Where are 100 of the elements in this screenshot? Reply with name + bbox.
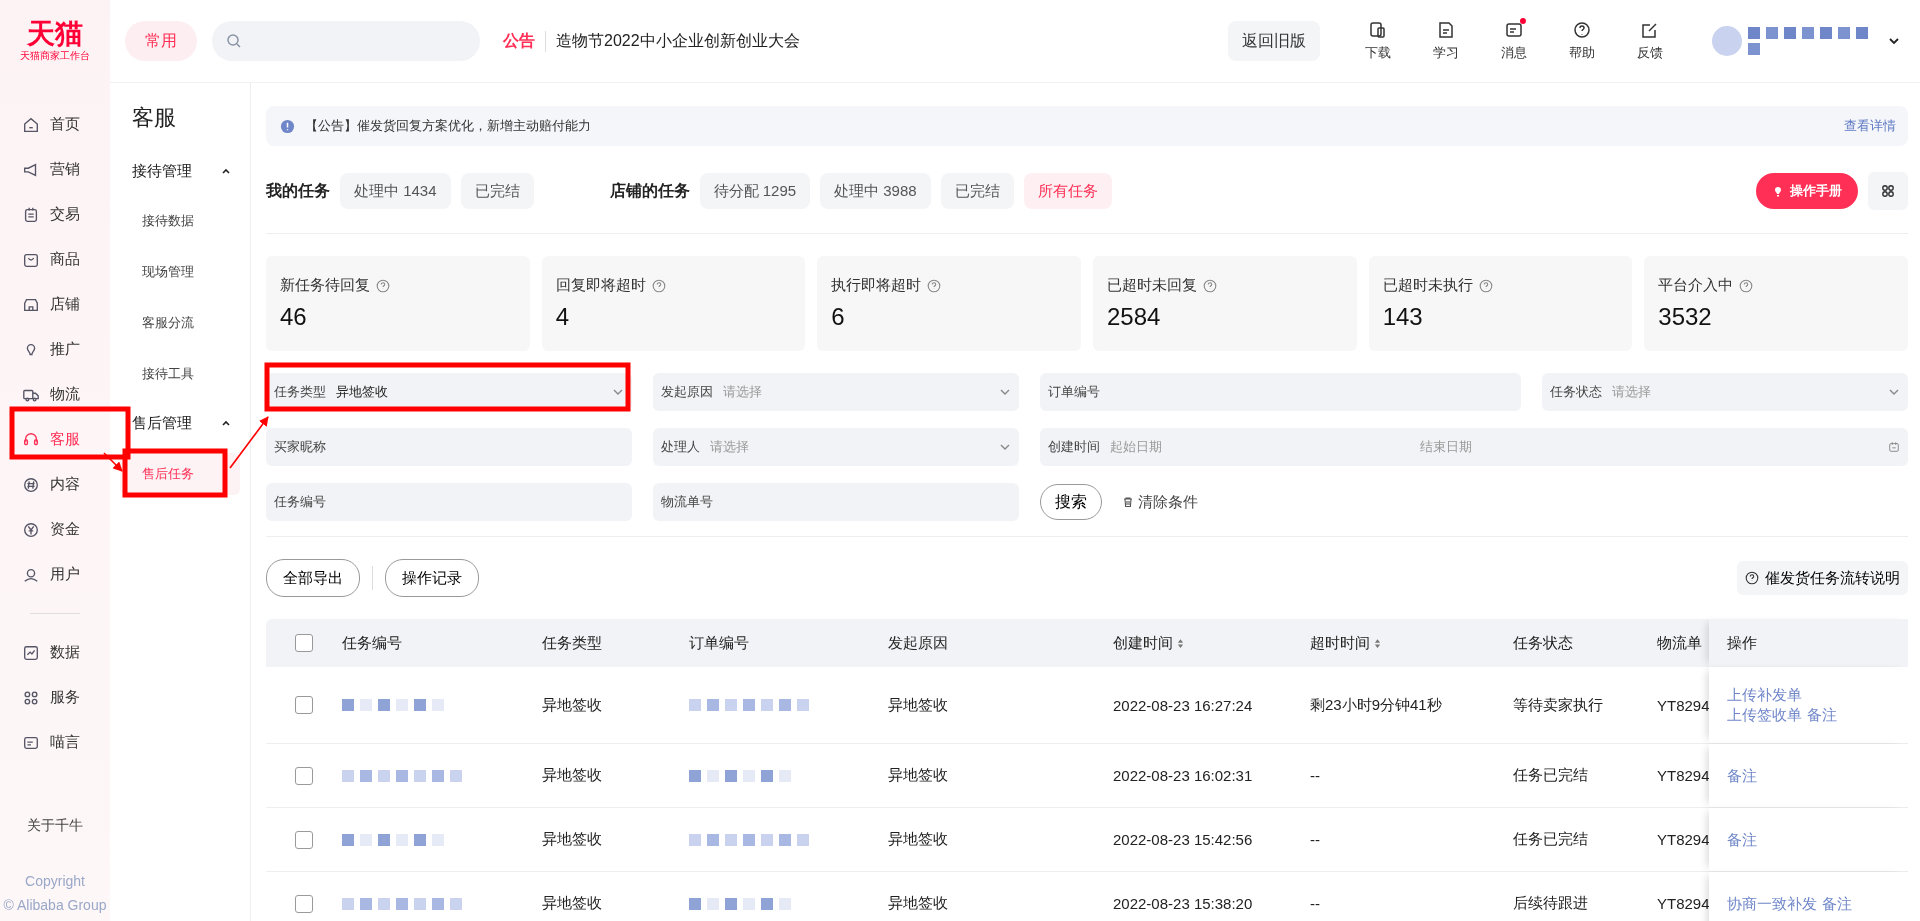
action-button[interactable]: 操作记录 (385, 559, 479, 597)
nav-item[interactable]: 物流 (0, 372, 110, 417)
submenu-item[interactable]: 接待工具 (110, 348, 250, 399)
flow-help-button[interactable]: 催发货任务流转说明 (1737, 561, 1908, 595)
toolbar-button[interactable]: 消息 (1480, 19, 1548, 63)
task-tab[interactable]: 待分配 1295 (699, 173, 811, 209)
task-tab[interactable]: 已完结 (940, 173, 1014, 209)
select-field[interactable]: 处理人 请选择 (653, 428, 1019, 466)
nav-item[interactable]: 营销 (0, 147, 110, 192)
clear-filters-button[interactable]: 清除条件 (1116, 491, 1204, 513)
toolbar-button[interactable]: 学习 (1412, 19, 1480, 63)
input-field[interactable]: 物流单号 (653, 483, 1019, 521)
stat-card[interactable]: 回复即将超时 4 (541, 256, 806, 351)
date-range-field[interactable]: 创建时间 起始日期 结束日期 (1040, 428, 1908, 466)
task-tab[interactable]: 处理中 1434 (340, 173, 451, 209)
nav-item[interactable]: 店铺 (0, 282, 110, 327)
table-cell: 异地签收 (888, 766, 948, 785)
column-header[interactable]: 任务编号 (342, 633, 402, 653)
stat-card[interactable]: 已超时未执行 143 (1368, 256, 1633, 351)
table-cell: 异地签收 (888, 894, 948, 913)
table-cell: -- (1310, 767, 1320, 784)
apps-button[interactable] (1868, 172, 1908, 210)
checkbox[interactable] (295, 696, 313, 714)
task-tab[interactable]: 已完结 (460, 173, 534, 209)
row-action-link[interactable]: 备注 (1727, 765, 1757, 786)
stat-card[interactable]: 平台介入中 3532 (1644, 256, 1908, 351)
row-action-link[interactable]: 上传签收单 (1727, 705, 1802, 725)
avatar-circle[interactable] (1712, 26, 1742, 56)
column-header[interactable]: 任务类型 (542, 633, 602, 653)
column-header[interactable]: 创建时间 (1113, 633, 1184, 653)
table-cell: 等待卖家执行 (1513, 695, 1603, 715)
sort-icon[interactable] (1374, 637, 1381, 649)
task-tab[interactable]: 处理中 3988 (820, 173, 931, 209)
action-button[interactable]: 全部导出 (266, 559, 360, 597)
stat-card[interactable]: 执行即将超时 6 (817, 256, 1081, 351)
row-action-link[interactable]: 备注 (1822, 893, 1852, 914)
bulb-icon (1772, 185, 1784, 197)
column-header[interactable]: 发起原因 (888, 633, 948, 653)
nav-item[interactable]: 数据 (0, 630, 110, 675)
input-field[interactable]: 任务编号 (266, 483, 632, 521)
column-header[interactable]: 操作 (1727, 633, 1757, 653)
row-action-link[interactable]: 上传补发单 (1727, 685, 1802, 705)
table-cell: 异地签收 (888, 695, 948, 715)
stat-label: 已超时未执行 (1382, 276, 1473, 295)
nav-item[interactable]: 资金 (0, 507, 110, 552)
menu-group-header[interactable]: 售后管理 (110, 399, 250, 447)
help-icon (1203, 278, 1217, 293)
checkbox[interactable] (295, 766, 313, 785)
column-header[interactable]: 超时时间 (1310, 633, 1381, 653)
table-cell: 异地签收 (542, 766, 602, 785)
input-field[interactable]: 买家昵称 (266, 428, 632, 466)
stat-label: 已超时未回复 (1107, 276, 1197, 295)
submenu-item[interactable]: 接待数据 (110, 195, 250, 246)
column-header[interactable]: 任务状态 (1513, 633, 1573, 653)
info-icon (280, 118, 295, 134)
section-title: 客服 (131, 104, 177, 132)
announcement-text: 【公告】催发货回复方案优化，新增主动赔付能力 (305, 117, 591, 135)
stat-card[interactable]: 新任务待回复 46 (266, 256, 530, 351)
search-button[interactable]: 搜索 (1040, 484, 1102, 520)
row-action-link[interactable]: 备注 (1727, 829, 1757, 850)
toolbar-button[interactable]: 下载 (1344, 19, 1412, 63)
row-action-link[interactable]: 协商一致补发 (1727, 893, 1817, 914)
submenu-item[interactable]: 客服分流 (110, 297, 250, 348)
nav-item[interactable]: 内容 (0, 462, 110, 507)
submenu-item[interactable]: 现场管理 (110, 246, 250, 297)
details-link[interactable]: 查看详情 (1844, 117, 1896, 135)
old-version-button[interactable]: 返回旧版 (1228, 21, 1320, 61)
input-field[interactable]: 订单编号 (1040, 373, 1521, 411)
logo-text[interactable]: 天猫 (27, 18, 83, 50)
nav-item[interactable]: 首页 (0, 102, 110, 147)
select-field[interactable]: 任务状态 请选择 (1542, 373, 1908, 411)
nav-item[interactable]: 用户 (0, 552, 110, 597)
row-action-link[interactable]: 备注 (1807, 705, 1837, 725)
nav-item[interactable]: 商品 (0, 237, 110, 282)
checkbox[interactable] (295, 830, 313, 849)
nav-item[interactable]: 喵言 (0, 720, 110, 765)
column-header[interactable]: 物流单 (1657, 633, 1702, 653)
stat-card[interactable]: 已超时未回复 2584 (1093, 256, 1357, 351)
caret-icon[interactable] (1888, 35, 1900, 47)
stat-value: 3532 (1658, 303, 1713, 331)
table-cell: YT8294 (1657, 696, 1709, 714)
checkbox[interactable] (295, 634, 313, 652)
notice-link[interactable]: 造物节2022中小企业创新创业大会 (556, 30, 800, 52)
nav-item[interactable]: 推广 (0, 327, 110, 372)
table-cell: 2022-08-23 16:02:31 (1113, 767, 1253, 784)
column-header[interactable]: 订单编号 (689, 633, 749, 653)
nav-item[interactable]: 服务 (0, 675, 110, 720)
book-icon (1436, 20, 1456, 40)
manual-button[interactable]: 操作手册 (1756, 173, 1858, 209)
toolbar-button[interactable]: 帮助 (1548, 19, 1616, 63)
nav-item[interactable]: 交易 (0, 192, 110, 237)
search-field[interactable] (212, 21, 480, 61)
select-field[interactable]: 发起原因 请选择 (653, 373, 1019, 411)
toolbar-button[interactable]: 反馈 (1616, 19, 1684, 63)
checkbox[interactable] (295, 894, 313, 913)
table-cell: 后续待跟进 (1513, 894, 1588, 913)
about-link[interactable]: 关于千牛 (27, 817, 83, 835)
menu-group-header[interactable]: 接待管理 (110, 147, 250, 195)
task-group-heading: 我的任务 (266, 180, 330, 201)
sort-icon[interactable] (1177, 637, 1184, 649)
